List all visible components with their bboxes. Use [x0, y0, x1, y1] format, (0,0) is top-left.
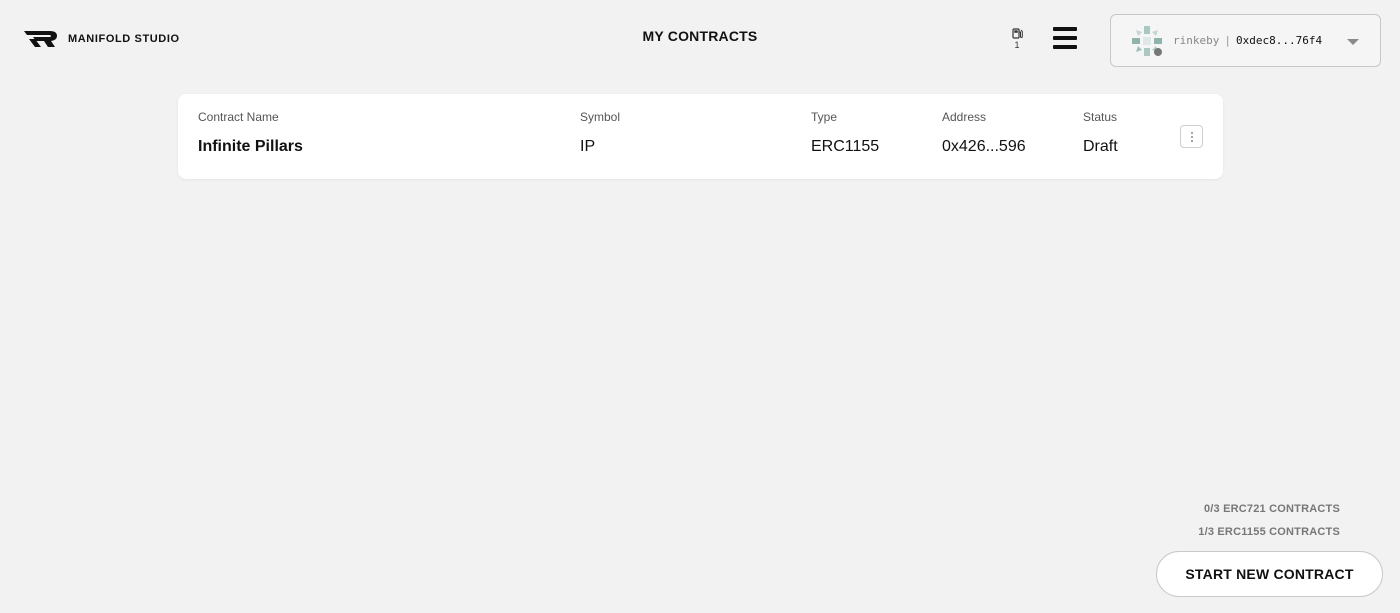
wallet-network: rinkeby [1173, 34, 1220, 47]
more-vertical-icon [1190, 131, 1193, 134]
wallet-address: 0xdec8...76f4 [1235, 34, 1323, 47]
contract-name-value: Infinite Pillars [198, 138, 303, 155]
menu-button[interactable] [1053, 27, 1077, 49]
erc1155-count: 1/3 ERC1155 CONTRACTS [1198, 526, 1340, 538]
address-label: Address [942, 110, 987, 124]
status-label: Status [1083, 110, 1118, 124]
symbol-value: IP [580, 138, 596, 155]
hamburger-line [1053, 45, 1077, 49]
status-value: Draft [1083, 138, 1118, 155]
gas-indicator[interactable]: 1 [1007, 28, 1027, 50]
status-column: Status Draft [1083, 110, 1118, 156]
gas-pump-icon [1011, 28, 1023, 39]
erc721-count: 0/3 ERC721 CONTRACTS [1203, 503, 1340, 515]
address-column: Address 0x426...596 [942, 110, 1026, 156]
page: MANIFOLD STUDIO MY CONTRACTS 1 rinkeby |… [0, 0, 1400, 613]
wallet-selector[interactable]: rinkeby | 0xdec8...76f4 [1110, 14, 1381, 67]
address-value: 0x426...596 [942, 138, 1026, 155]
more-vertical-dot [1190, 139, 1193, 142]
contract-name-column: Contract Name Infinite Pillars [198, 110, 303, 156]
chevron-down-icon [1347, 39, 1359, 45]
type-column: Type ERC1155 [811, 110, 879, 156]
contract-card[interactable]: Contract Name Infinite Pillars Symbol IP… [178, 94, 1223, 179]
hamburger-menu-icon [1053, 27, 1077, 31]
type-value: ERC1155 [811, 138, 880, 155]
symbol-label: Symbol [580, 110, 621, 124]
hamburger-line [1053, 36, 1077, 40]
wallet-avatar-icon [1132, 25, 1162, 56]
type-label: Type [811, 110, 838, 124]
contract-menu-button[interactable] [1180, 125, 1203, 148]
contract-name-label: Contract Name [198, 110, 279, 124]
more-vertical-dot [1190, 135, 1193, 138]
wallet-separator: | [1224, 34, 1231, 47]
gas-count: 1 [1014, 40, 1020, 50]
contract-counts: 0/3 ERC721 CONTRACTS 1/3 ERC1155 CONTRAC… [1198, 503, 1340, 549]
symbol-column: Symbol IP [580, 110, 620, 156]
start-new-contract-button[interactable]: START NEW CONTRACT [1156, 551, 1383, 597]
